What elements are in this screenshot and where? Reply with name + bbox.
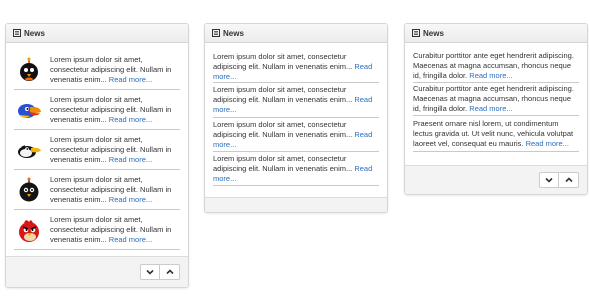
- read-more-link[interactable]: Read more...: [109, 155, 152, 164]
- news-item: Lorem ipsum dolor sit amet, consectetur …: [14, 130, 180, 170]
- read-more-link[interactable]: Read more...: [109, 75, 152, 84]
- scroll-up-button[interactable]: [160, 264, 180, 280]
- newspaper-icon: [13, 29, 21, 37]
- news-item-text: Lorem ipsum dolor sit amet, consectetur …: [213, 85, 353, 104]
- toucan-bird-icon: [18, 103, 41, 118]
- panel-footer: [6, 256, 188, 287]
- news-item-text: Lorem ipsum dolor sit amet, consectetur …: [213, 51, 353, 71]
- news-item: Praesent ornare nisl lorem, ut condiment…: [413, 116, 579, 152]
- panel-footer: [405, 165, 587, 194]
- news-item-text-block: Lorem ipsum dolor sit amet, consectetur …: [50, 215, 180, 245]
- news-item-text-block: Curabitur porttitor ante eget hendrerit …: [413, 84, 579, 114]
- news-item-text-block: Lorem ipsum dolor sit amet, consectetur …: [50, 135, 180, 165]
- news-item-text-block: Praesent ornare nisl lorem, ut condiment…: [413, 119, 579, 149]
- panel-title: News: [24, 28, 45, 38]
- news-item: Lorem ipsum dolor sit amet, consectetur …: [213, 51, 379, 83]
- news-item-text-block: Curabitur porttitor ante eget hendrerit …: [413, 51, 579, 81]
- read-more-link[interactable]: Read more...: [526, 139, 569, 148]
- scroll-down-button[interactable]: [140, 264, 160, 280]
- news-item: Curabitur porttitor ante eget hendrerit …: [413, 83, 579, 116]
- news-item: Lorem ipsum dolor sit amet, consectetur …: [213, 118, 379, 152]
- news-panel-2: News Lorem ipsum dolor sit amet, consect…: [204, 23, 388, 213]
- panel-heading: News: [405, 24, 587, 43]
- news-item-text-block: Lorem ipsum dolor sit amet, consectetur …: [213, 52, 379, 82]
- news-item-text-block: Lorem ipsum dolor sit amet, consectetur …: [50, 95, 180, 125]
- scroll-up-button[interactable]: [559, 172, 579, 188]
- newspaper-icon: [212, 29, 220, 37]
- news-item: Lorem ipsum dolor sit amet, consectetur …: [213, 83, 379, 118]
- news-item-text-block: Lorem ipsum dolor sit amet, consectetur …: [50, 175, 180, 205]
- panel-heading: News: [6, 24, 188, 43]
- read-more-link[interactable]: Read more...: [109, 115, 152, 124]
- news-item-text-block: Lorem ipsum dolor sit amet, consectetur …: [213, 154, 379, 184]
- panel-footer: [205, 197, 387, 212]
- news-item-text-block: Lorem ipsum dolor sit amet, consectetur …: [213, 120, 379, 150]
- scroll-down-button[interactable]: [539, 172, 559, 188]
- chevron-up-icon: [564, 177, 573, 183]
- panel-body: Lorem ipsum dolor sit amet, consectetur …: [6, 43, 188, 250]
- panel-body: Lorem ipsum dolor sit amet, consectetur …: [205, 43, 387, 186]
- news-item-text-block: Lorem ipsum dolor sit amet, consectetur …: [213, 85, 379, 115]
- news-panel-3: News Curabitur porttitor ante eget hendr…: [404, 23, 588, 195]
- panel-title: News: [423, 28, 444, 38]
- read-more-link[interactable]: Read more...: [109, 195, 152, 204]
- chevron-down-icon: [545, 177, 553, 183]
- news-item: Lorem ipsum dolor sit amet, consectetur …: [14, 210, 180, 250]
- news-item-text: Lorem ipsum dolor sit amet, consectetur …: [213, 119, 353, 139]
- news-item: Lorem ipsum dolor sit amet, consectetur …: [14, 90, 180, 130]
- bomb-bird-icon: [19, 177, 39, 201]
- red-bird-icon: [19, 219, 39, 242]
- panel-body: Curabitur porttitor ante eget hendrerit …: [405, 43, 587, 152]
- newspaper-icon: [412, 29, 420, 37]
- panel-heading: News: [205, 24, 387, 43]
- news-item-text: Lorem ipsum dolor sit amet, consectetur …: [213, 153, 353, 173]
- white-bird-icon: [18, 144, 41, 158]
- news-item: Lorem ipsum dolor sit amet, consectetur …: [14, 51, 180, 90]
- panel-title: News: [223, 28, 244, 38]
- chevron-up-icon: [165, 269, 174, 275]
- news-panel-1: News Lorem ipsum dolor sit amet, consect…: [5, 23, 189, 288]
- news-item-text-block: Lorem ipsum dolor sit amet, consectetur …: [50, 55, 180, 85]
- news-item: Lorem ipsum dolor sit amet, consectetur …: [14, 170, 180, 210]
- black-bird-icon: [20, 57, 38, 81]
- read-more-link[interactable]: Read more...: [469, 104, 512, 113]
- read-more-link[interactable]: Read more...: [109, 235, 152, 244]
- chevron-down-icon: [146, 269, 154, 275]
- read-more-link[interactable]: Read more...: [469, 71, 512, 80]
- news-item: Curabitur porttitor ante eget hendrerit …: [413, 49, 579, 83]
- news-item: Lorem ipsum dolor sit amet, consectetur …: [213, 152, 379, 186]
